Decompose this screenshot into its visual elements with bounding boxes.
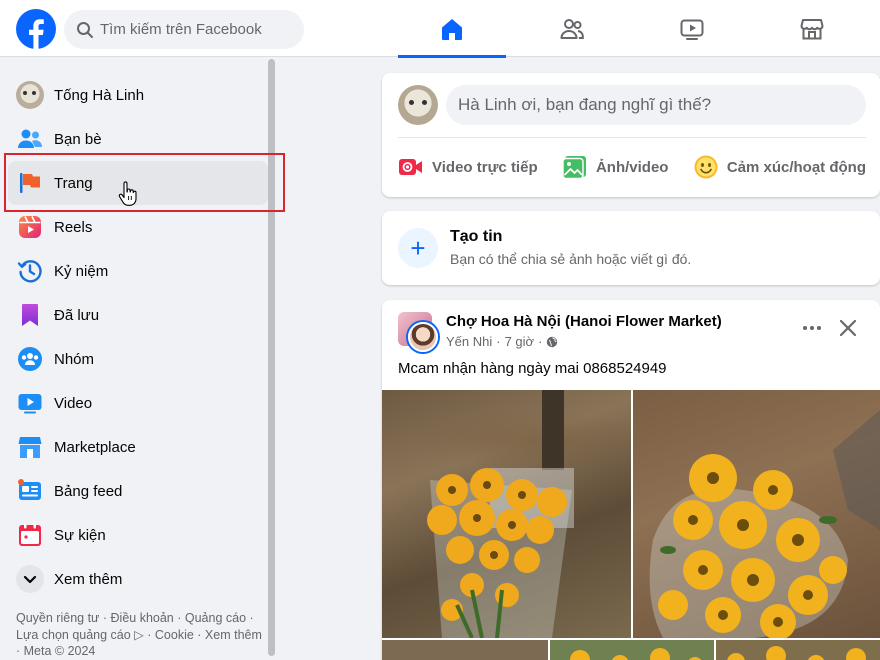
sidebar-item-groups[interactable]: Nhóm [8,337,268,381]
photo-video-button[interactable]: Ảnh/video [562,154,669,180]
post-composer: Hà Linh ơi, bạn đang nghĩ gì thế? Video … [382,73,880,197]
sidebar-scrollbar[interactable] [268,59,275,656]
post-photo[interactable] [382,640,548,660]
sidebar-item-profile[interactable]: Tống Hà Linh [8,73,268,117]
video-icon [680,19,704,40]
feed-post: Chợ Hoa Hà Nội (Hanoi Flower Market) Yến… [382,300,880,660]
post-photo[interactable] [550,640,714,660]
sidebar-footer-links[interactable]: Quyền riêng tư · Điều khoản · Quảng cáo … [16,610,268,660]
hand-cursor-icon [118,181,137,206]
home-icon [442,18,462,40]
sidebar-item-label: Nhóm [54,350,95,368]
whats-on-your-mind-input[interactable]: Hà Linh ơi, bạn đang nghĩ gì thế? [446,85,866,125]
tab-marketplace[interactable] [758,0,866,57]
sidebar-item-label: Tống Hà Linh [54,86,145,104]
live-video-button[interactable]: Video trực tiếp [398,154,538,180]
sidebar-item-memories[interactable]: Kỷ niệm [8,249,268,293]
sidebar-item-marketplace[interactable]: Marketplace [8,425,268,469]
sidebar-item-video[interactable]: Video [8,381,268,425]
sidebar-item-label: Sự kiện [54,526,106,544]
sidebar-item-label: Marketplace [54,438,136,456]
sidebar-item-label: Video [54,394,93,412]
video-icon [18,394,42,414]
composer-divider [398,137,866,138]
sidebar-item-label: Xem thêm [54,570,123,588]
post-page-name[interactable]: Chợ Hoa Hà Nội (Hanoi Flower Market) [446,313,722,330]
annotation-highlight-box [4,153,285,212]
sidebar-item-see-more[interactable]: Xem thêm [8,557,268,601]
more-options-icon[interactable] [800,316,824,340]
feeling-activity-button[interactable]: Cảm xúc/hoạt động [693,154,866,180]
sidebar-item-label: Bảng feed [54,482,123,500]
search-input[interactable] [100,21,300,38]
post-photo[interactable] [716,640,880,660]
memories-icon [17,260,42,283]
nav-tabs [398,0,866,58]
saved-icon [22,304,38,326]
marketplace-icon [18,437,42,458]
feeds-icon [18,479,41,500]
events-icon [19,523,41,546]
marketplace-icon [800,18,824,39]
post-photo[interactable] [633,390,880,638]
sidebar-item-label: Đã lưu [54,306,100,324]
facebook-logo-icon[interactable] [16,9,56,49]
sidebar-item-label: Bạn bè [54,130,102,148]
sidebar-item-label: Reels [54,218,93,236]
create-story-title: Tạo tin [450,228,503,245]
composer-actions: Video trực tiếp Ảnh/video Cảm xúc/hoạt đ… [398,149,866,185]
create-story-subtitle: Bạn có thể chia sẻ ảnh hoặc viết gì đó. [450,251,692,267]
sidebar-item-events[interactable]: Sự kiện [8,513,268,557]
sidebar-item-feeds[interactable]: Bảng feed [8,469,268,513]
close-icon[interactable] [836,316,860,340]
sidebar-item-label: Kỷ niệm [54,262,109,280]
top-navigation-bar [0,0,880,58]
post-avatar[interactable] [398,312,438,352]
search-icon [77,21,93,38]
post-time[interactable]: 7 giờ [505,334,535,349]
plus-icon: + [398,228,438,268]
live-video-label: Video trực tiếp [432,158,538,176]
chevron-down-icon [16,565,44,593]
tab-video[interactable] [638,0,746,57]
meta-separator: · [538,334,543,349]
feeling-activity-label: Cảm xúc/hoạt động [726,158,866,176]
groups-icon [18,347,42,371]
post-photo[interactable] [382,390,631,638]
live-video-icon [399,159,422,175]
author-avatar [408,322,438,352]
avatar[interactable] [398,85,438,125]
avatar [16,81,44,109]
post-photo-grid [382,390,880,660]
meta-separator: · [496,334,501,349]
post-meta: Yến Nhi · 7 giờ · [446,334,558,349]
left-sidebar: Tống Hà Linh Bạn bè Trang Reels Kỷ niệm … [0,57,278,660]
globe-icon [547,336,558,347]
friends-icon [18,129,42,148]
sidebar-item-saved[interactable]: Đã lưu [8,293,268,337]
post-author[interactable]: Yến Nhi [446,334,492,349]
search-box[interactable] [64,10,304,49]
photo-video-label: Ảnh/video [595,158,669,176]
smiley-icon [694,155,718,179]
reels-icon [19,216,41,238]
friends-icon [560,18,584,39]
create-story-card[interactable]: + Tạo tin Bạn có thể chia sẻ ảnh hoặc vi… [382,211,880,285]
post-caption: Mcam nhận hàng ngày mai 0868524949 [398,360,667,377]
tab-friends[interactable] [518,0,626,57]
photo-icon [562,156,586,180]
tab-home[interactable] [398,0,506,58]
